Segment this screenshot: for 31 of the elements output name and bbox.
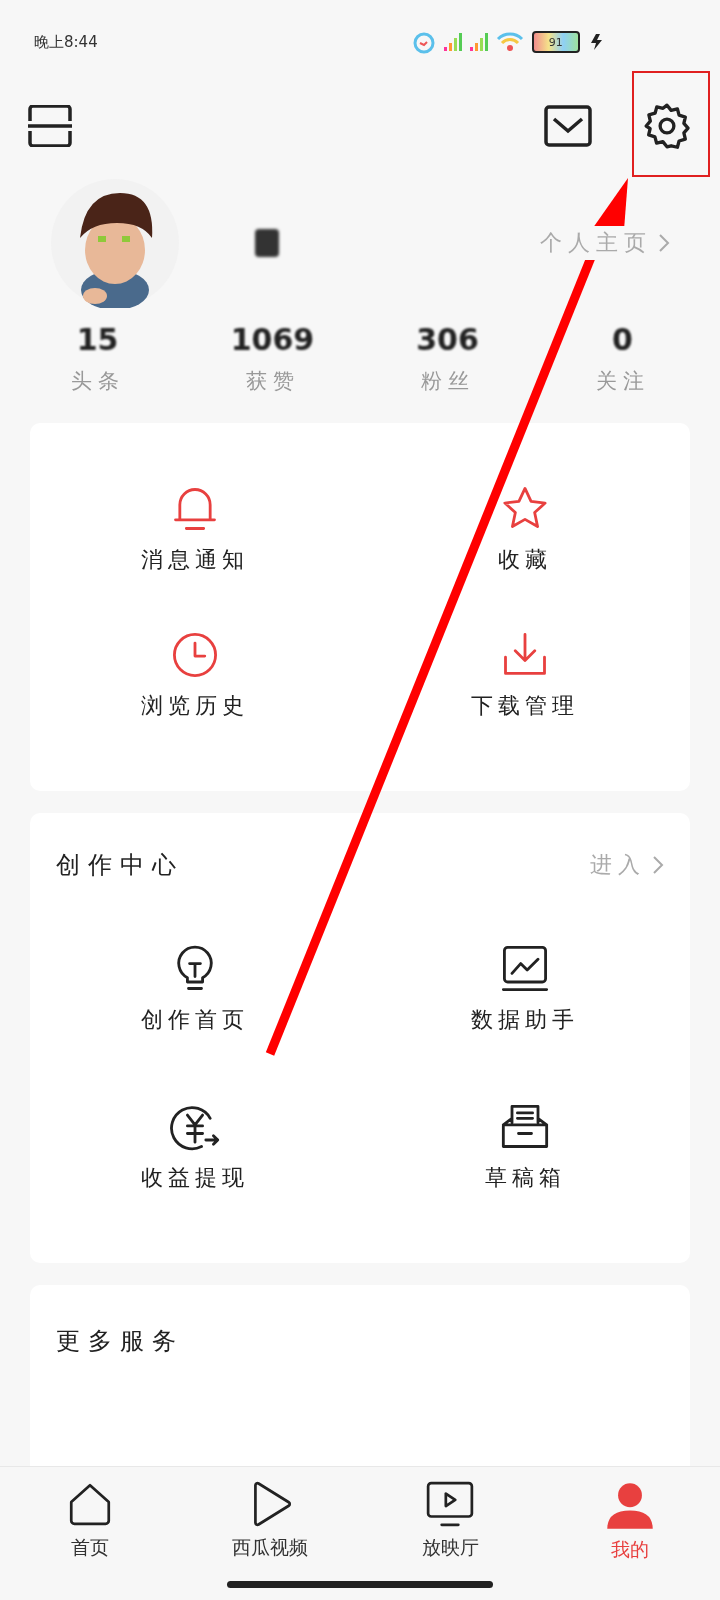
tab[interactable]: 西瓜视频 xyxy=(180,1467,360,1571)
mail-icon[interactable] xyxy=(544,105,592,147)
tab[interactable]: 我的 xyxy=(540,1467,720,1571)
stat-value: 1069 xyxy=(230,322,315,357)
menu-item-label[interactable]: 收益提现 xyxy=(141,1163,249,1193)
wifi-icon xyxy=(495,31,524,53)
stat-value: 306 xyxy=(416,322,479,357)
menu-item-label[interactable]: 浏览历史 xyxy=(141,691,249,721)
tv-icon xyxy=(425,1479,475,1529)
tab[interactable]: 首页 xyxy=(0,1467,180,1571)
menu-item-label[interactable]: 收藏 xyxy=(498,545,552,575)
menu-item-label[interactable]: 数据助手 xyxy=(471,1005,579,1035)
section-title: 创作中心 xyxy=(56,850,184,881)
scan-icon[interactable] xyxy=(28,105,72,147)
tab[interactable]: 放映厅 xyxy=(360,1467,540,1571)
menu-item-label[interactable]: 创作首页 xyxy=(141,1005,249,1035)
menu-item-label[interactable]: 消息通知 xyxy=(141,545,249,575)
battery-icon: 91 xyxy=(531,31,580,53)
signal-icon xyxy=(443,33,462,51)
chevron-icon xyxy=(658,233,670,253)
stat-value: 0 xyxy=(612,322,633,357)
blurred-username xyxy=(255,229,279,257)
alarm-icon xyxy=(411,30,436,54)
menu-item-label[interactable]: 草稿箱 xyxy=(484,1163,566,1193)
signal-icon xyxy=(469,33,488,51)
settings-icon[interactable] xyxy=(642,101,692,151)
section-title: 更多服务 xyxy=(56,1327,184,1355)
stat-value: 15 xyxy=(76,322,119,357)
chevron-icon xyxy=(652,855,664,875)
status-time: 晚上8:44 xyxy=(34,32,98,52)
menu-item-label[interactable]: 下载管理 xyxy=(471,691,579,721)
